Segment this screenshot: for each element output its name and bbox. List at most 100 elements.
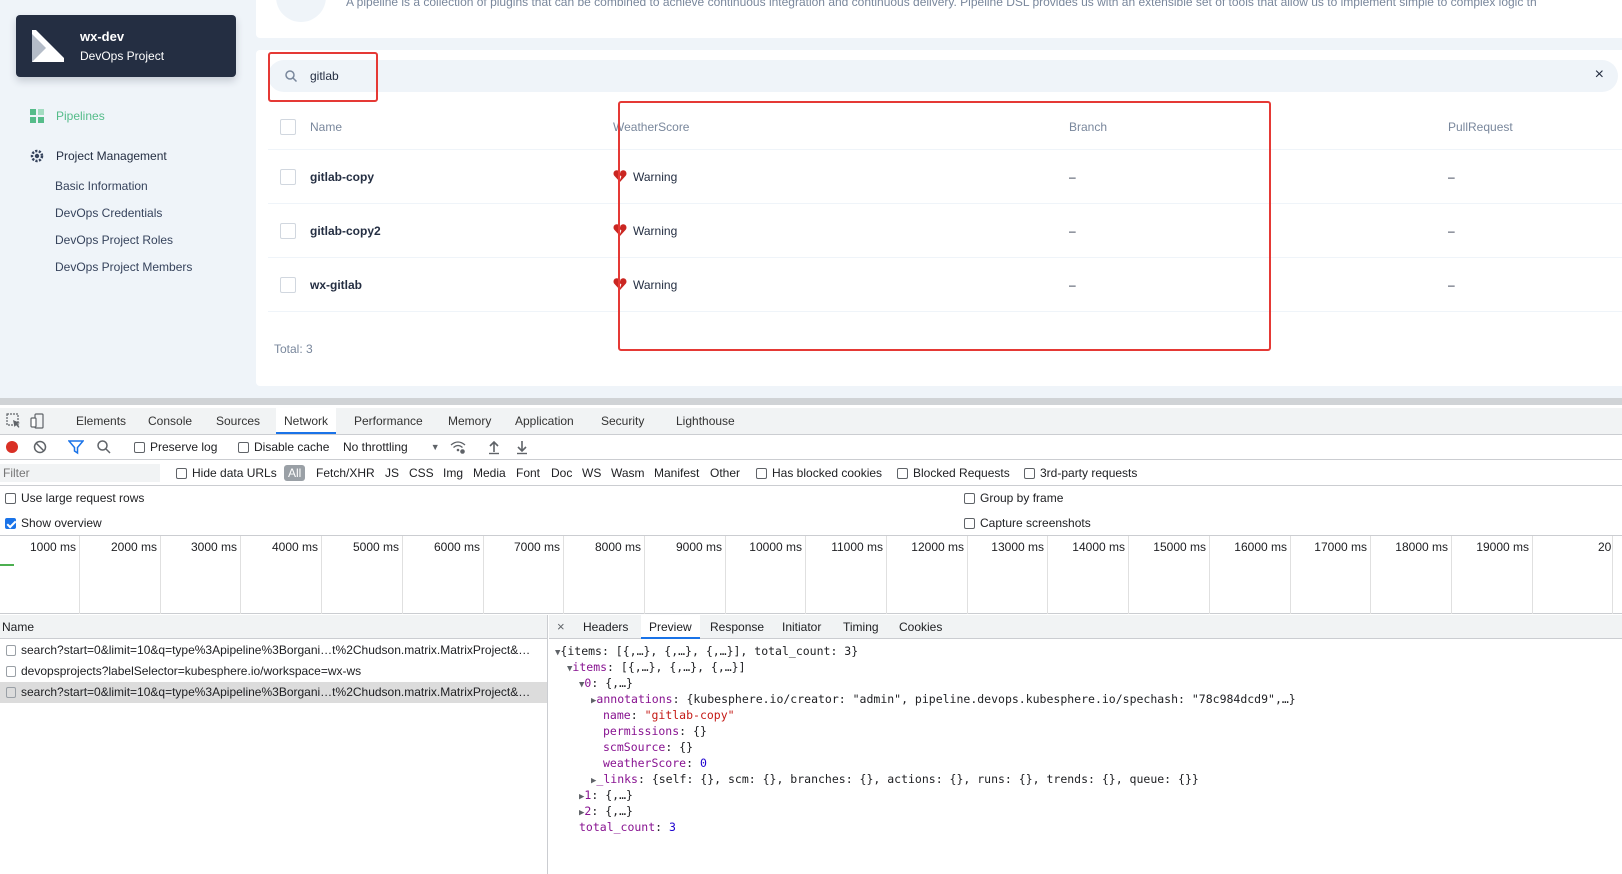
select-all-checkbox[interactable] <box>280 119 296 135</box>
devtools-splitter[interactable] <box>0 398 1622 405</box>
tab-preview[interactable]: Preview <box>641 615 700 639</box>
show-overview-checkbox[interactable] <box>5 517 16 529</box>
third-party-requests-checkbox[interactable] <box>1024 467 1035 479</box>
tab-application[interactable]: Application <box>507 408 582 434</box>
hide-data-urls-toggle[interactable]: Hide data URLs <box>176 466 277 480</box>
filter-type-media[interactable]: Media <box>473 466 506 480</box>
column-header-pullrequest[interactable]: PullRequest <box>1448 120 1513 134</box>
filter-type-js[interactable]: JS <box>385 466 399 480</box>
large-rows-checkbox[interactable] <box>5 492 16 504</box>
nav-devops-project-members[interactable]: DevOps Project Members <box>55 260 192 274</box>
tab-headers[interactable]: Headers <box>575 615 636 639</box>
filter-type-manifest[interactable]: Manifest <box>654 466 699 480</box>
filter-type-all[interactable]: All <box>284 465 306 481</box>
filter-type-css[interactable]: CSS <box>409 466 434 480</box>
pipeline-name-link[interactable]: gitlab-copy <box>310 170 374 184</box>
nav-project-management[interactable]: Project Management <box>30 149 167 163</box>
timeline-gridline <box>805 536 806 614</box>
timeline-gridline <box>725 536 726 614</box>
json-value: {self: {}, scm: {}, branches: {}, action… <box>651 772 1199 786</box>
tab-memory[interactable]: Memory <box>440 408 499 434</box>
network-conditions-icon[interactable] <box>450 439 466 455</box>
preserve-log-toggle[interactable]: Preserve log <box>134 440 217 454</box>
json-root[interactable]: ▼{items: [{,…}, {,…}, {,…}], total_count… <box>555 644 858 658</box>
row-checkbox[interactable] <box>280 223 296 239</box>
blocked-requests-checkbox[interactable] <box>897 467 908 479</box>
filter-type-fetch-xhr[interactable]: Fetch/XHR <box>316 466 375 480</box>
tab-network[interactable]: Network <box>276 408 337 434</box>
filter-type-other[interactable]: Other <box>710 466 740 480</box>
filter-icon[interactable] <box>68 439 84 455</box>
json-items[interactable]: ▼items: [{,…}, {,…}, {,…}] <box>567 660 746 674</box>
options-row-2: Show overview Capture screenshots <box>0 511 1622 536</box>
close-icon[interactable]: × <box>557 619 565 634</box>
has-blocked-cookies-toggle[interactable]: Has blocked cookies <box>756 466 882 480</box>
large-rows-toggle[interactable]: Use large request rows <box>5 491 144 505</box>
inspect-element-icon[interactable] <box>6 413 22 429</box>
tab-timing[interactable]: Timing <box>835 615 887 639</box>
blocked-requests-toggle[interactable]: Blocked Requests <box>897 466 1010 480</box>
show-overview-toggle[interactable]: Show overview <box>5 516 102 530</box>
filter-type-ws[interactable]: WS <box>582 466 601 480</box>
clear-search-icon[interactable]: × <box>1595 66 1604 84</box>
preserve-log-checkbox[interactable] <box>134 441 145 453</box>
tab-response[interactable]: Response <box>702 615 772 639</box>
export-har-icon[interactable] <box>514 439 530 455</box>
timeline-tick-label: 15000 ms <box>1153 540 1206 554</box>
json-item-2[interactable]: ▶2: {,…} <box>579 804 633 818</box>
timeline-tick-label: 9000 ms <box>675 540 722 554</box>
pipeline-name-link[interactable]: wx-gitlab <box>310 278 362 292</box>
column-header-name[interactable]: Name <box>310 120 342 134</box>
tab-sources[interactable]: Sources <box>208 408 268 434</box>
json-value: {,…} <box>605 676 633 690</box>
nav-pipelines[interactable]: Pipelines <box>30 109 105 123</box>
request-row[interactable]: devopsprojects?labelSelector=kubesphere.… <box>0 661 547 682</box>
tab-security[interactable]: Security <box>593 408 652 434</box>
tab-console[interactable]: Console <box>140 408 200 434</box>
search-bar[interactable]: gitlab × <box>268 60 1618 92</box>
network-overview-timeline[interactable]: 1000 ms 2000 ms 3000 ms 4000 ms 5000 ms 6000 … <box>0 536 1622 614</box>
pipeline-name-link[interactable]: gitlab-copy2 <box>310 224 381 238</box>
capture-screenshots-toggle[interactable]: Capture screenshots <box>964 516 1091 530</box>
filter-type-doc[interactable]: Doc <box>551 466 572 480</box>
device-toolbar-icon[interactable] <box>30 413 46 429</box>
row-checkbox[interactable] <box>280 169 296 185</box>
import-har-icon[interactable] <box>486 439 502 455</box>
tab-cookies[interactable]: Cookies <box>891 615 950 639</box>
clear-icon[interactable] <box>32 439 48 455</box>
nav-devops-credentials[interactable]: DevOps Credentials <box>55 206 162 220</box>
json-links[interactable]: ▶_links: {self: {}, scm: {}, branches: {… <box>591 772 1199 786</box>
filter-type-img[interactable]: Img <box>443 466 463 480</box>
filter-input[interactable] <box>0 464 160 482</box>
json-annotations[interactable]: ▶annotations: {kubesphere.io/creator: "a… <box>591 692 1296 706</box>
tab-lighthouse[interactable]: Lighthouse <box>668 408 743 434</box>
request-row-selected[interactable]: search?start=0&limit=10&q=type%3Apipelin… <box>0 682 547 703</box>
has-blocked-cookies-checkbox[interactable] <box>756 467 767 479</box>
filter-type-wasm[interactable]: Wasm <box>611 466 645 480</box>
search-icon[interactable] <box>96 439 112 455</box>
pullrequest-cell: – <box>1448 224 1455 238</box>
request-row[interactable]: search?start=0&limit=10&q=type%3Apipelin… <box>0 640 547 661</box>
nav-devops-project-roles[interactable]: DevOps Project Roles <box>55 233 173 247</box>
capture-screenshots-checkbox[interactable] <box>964 517 975 529</box>
json-item-1[interactable]: ▶1: {,…} <box>579 788 633 802</box>
hide-data-urls-checkbox[interactable] <box>176 467 187 479</box>
tab-initiator[interactable]: Initiator <box>774 615 829 639</box>
third-party-requests-toggle[interactable]: 3rd-party requests <box>1024 466 1137 480</box>
timeline-gridline <box>483 536 484 614</box>
disable-cache-toggle[interactable]: Disable cache <box>238 440 329 454</box>
tab-performance[interactable]: Performance <box>346 408 431 434</box>
json-item-0[interactable]: ▼0: {,…} <box>579 676 633 690</box>
group-by-frame-toggle[interactable]: Group by frame <box>964 491 1063 505</box>
requests-column-header-name[interactable]: Name <box>0 615 547 639</box>
row-checkbox[interactable] <box>280 277 296 293</box>
group-by-frame-checkbox[interactable] <box>964 492 975 504</box>
record-icon[interactable] <box>4 439 20 455</box>
nav-basic-information[interactable]: Basic Information <box>55 179 148 193</box>
disable-cache-checkbox[interactable] <box>238 441 249 453</box>
timeline-tick-label: 18000 ms <box>1395 540 1448 554</box>
throttling-select[interactable]: No throttling ▼ <box>343 440 440 454</box>
filter-type-font[interactable]: Font <box>516 466 540 480</box>
tab-elements[interactable]: Elements <box>68 408 134 434</box>
project-card[interactable]: wx-dev DevOps Project <box>16 15 236 77</box>
